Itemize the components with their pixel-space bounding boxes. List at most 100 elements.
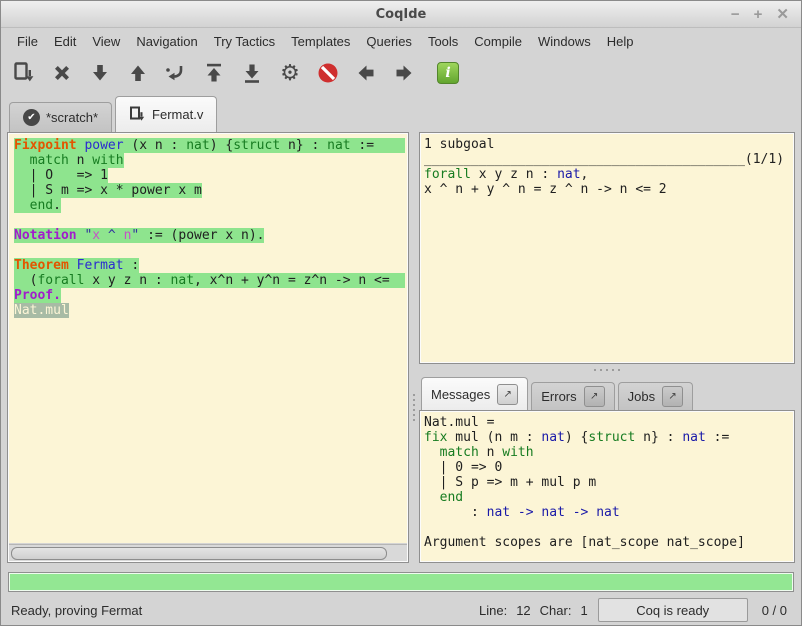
main-area: Fixpoint power (x n : nat) {struct n} : … [1,132,801,569]
code-line: | S p => m + mul p m [424,475,790,490]
menu-try-tactics[interactable]: Try Tactics [206,31,283,52]
goals-pane[interactable]: 1 subgoal_______________________________… [419,132,795,364]
goto-cursor-icon [164,61,188,85]
close-buffer-button[interactable] [49,59,75,87]
tab-scratch-label: *scratch* [46,110,98,125]
right-arrow-icon [392,61,416,85]
code-line: | 0 => 0 [424,460,790,475]
menu-queries[interactable]: Queries [358,31,420,52]
hscrollbar-thumb[interactable] [11,547,387,560]
detach-arrow-icon: ↗ [668,391,676,402]
splitter-dot [413,414,415,416]
tab-jobs[interactable]: Jobs ↗ [618,382,693,410]
messages-pane[interactable]: Nat.mul =fix mul (n m : nat) {struct n} … [419,410,795,563]
toolbar: ⚙ i [1,54,801,92]
interrupt-button[interactable] [315,59,341,87]
char-value: 1 [580,603,587,618]
tab-jobs-label: Jobs [628,389,655,404]
about-button[interactable]: i [435,59,461,87]
down-arrow-icon [88,61,112,85]
minimize-icon[interactable]: − [731,7,740,22]
about-info-icon: i [437,62,459,84]
messages-code: Nat.mul =fix mul (n m : nat) {struct n} … [424,415,790,550]
script-editor-pane[interactable]: Fixpoint power (x n : nat) {struct n} : … [7,132,409,563]
splitter-dot [594,369,596,371]
code-line: Fixpoint power (x n : nat) {struct n} : … [14,138,405,153]
backward-one-button[interactable] [125,59,151,87]
code-line: Theorem Fermat : [14,258,405,273]
splitter-dot [600,369,602,371]
menu-compile[interactable]: Compile [466,31,530,52]
code-line: Argument scopes are [nat_scope nat_scope… [424,535,790,550]
script-code: Fixpoint power (x n : nat) {struct n} : … [14,138,405,318]
code-line: end. [14,198,405,213]
statusbar: Ready, proving Fermat Line: 12 Char: 1 C… [1,595,801,625]
save-button[interactable] [11,59,37,87]
line-value: 12 [516,603,530,618]
splitter-dot [413,394,415,396]
menu-windows[interactable]: Windows [530,31,599,52]
preferences-button[interactable]: ⚙ [277,59,303,87]
code-line: Nat.mul [14,303,405,318]
check-icon: ✔ [23,109,40,126]
goto-start-button[interactable] [201,59,227,87]
previous-occurrence-button[interactable] [353,59,379,87]
document-tabbar: ✔ *scratch* Fermat.v [1,92,801,132]
tab-messages[interactable]: Messages ↗ [421,377,528,410]
detach-arrow-icon: ↗ [590,391,598,402]
interrupt-icon [316,61,340,85]
goto-end-button[interactable] [239,59,265,87]
window-controls: − + ✕ [731,7,801,22]
menu-help[interactable]: Help [599,31,642,52]
script-editor[interactable]: Fixpoint power (x n : nat) {struct n} : … [9,134,407,543]
code-line [14,213,405,228]
forward-one-button[interactable] [87,59,113,87]
right-column: 1 subgoal_______________________________… [419,132,795,563]
progress-area [1,569,801,595]
tab-errors-label: Errors [541,389,576,404]
code-line: fix mul (n m : nat) {struct n} : nat := [424,430,790,445]
detach-messages-button[interactable]: ↗ [497,384,518,405]
close-icon[interactable]: ✕ [776,7,789,22]
titlebar[interactable]: CoqIde − + ✕ [1,1,801,28]
goto-start-icon [202,61,226,85]
menu-navigation[interactable]: Navigation [128,31,205,52]
maximize-icon[interactable]: + [754,7,763,22]
code-line: (forall x y z n : nat, x^n + y^n = z^n -… [14,273,405,288]
menu-tools[interactable]: Tools [420,31,466,52]
code-line: match n with [14,153,405,168]
code-line: end [424,490,790,505]
detach-errors-button[interactable]: ↗ [584,386,605,407]
code-line: 1 subgoal [424,137,790,152]
code-line: Notation "x ^ n" := (power x n). [14,228,405,243]
splitter-dot [618,369,620,371]
code-line: x ^ n + y ^ n = z ^ n -> n <= 2 [424,182,790,197]
status-message: Ready, proving Fermat [11,603,479,618]
goals-code: 1 subgoal_______________________________… [424,137,790,197]
tab-messages-label: Messages [431,387,490,402]
tab-errors[interactable]: Errors ↗ [531,382,614,410]
coq-state-indicator: Coq is ready [598,598,748,622]
tab-scratch[interactable]: ✔ *scratch* [9,102,112,132]
next-occurrence-button[interactable] [391,59,417,87]
detach-jobs-button[interactable]: ↗ [662,386,683,407]
menubar: File Edit View Navigation Try Tactics Te… [1,28,801,54]
horizontal-splitter[interactable] [419,364,795,376]
message-tabbar: Messages ↗ Errors ↗ Jobs ↗ [419,376,795,410]
editor-hscrollbar[interactable] [9,544,407,561]
code-line: Nat.mul = [424,415,790,430]
menu-edit[interactable]: Edit [46,31,84,52]
detach-arrow-icon: ↗ [504,389,512,400]
menu-templates[interactable]: Templates [283,31,358,52]
jobs-counter: 0 / 0 [762,603,787,618]
coqide-window: CoqIde − + ✕ File Edit View Navigation T… [0,0,802,626]
up-arrow-icon [126,61,150,85]
menu-view[interactable]: View [84,31,128,52]
vertical-splitter[interactable] [409,132,419,563]
tab-fermat[interactable]: Fermat.v [115,96,217,132]
menu-file[interactable]: File [9,31,46,52]
goto-cursor-button[interactable] [163,59,189,87]
splitter-dot [413,404,415,406]
splitter-dot [413,399,415,401]
splitter-dot [413,409,415,411]
